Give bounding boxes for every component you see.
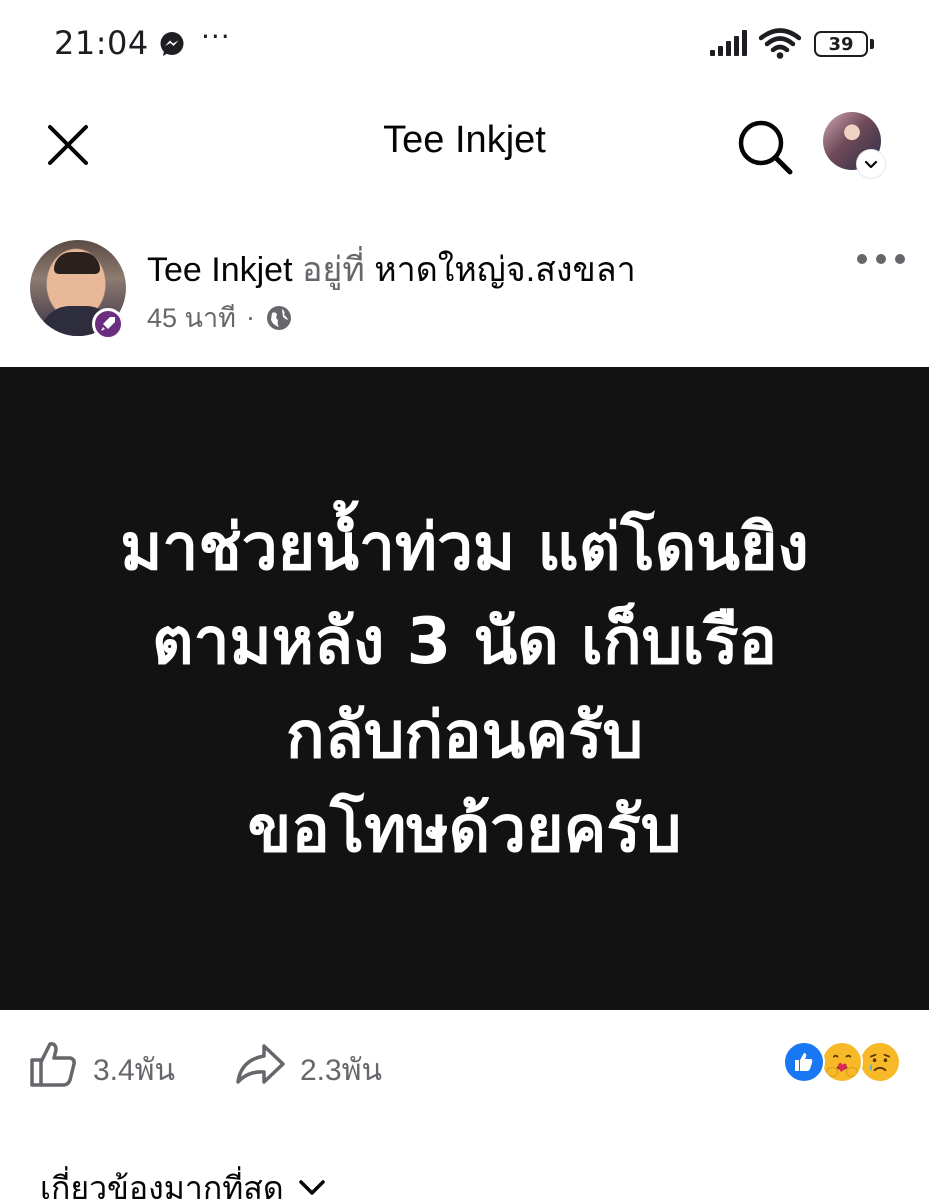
wifi-icon (759, 28, 801, 59)
location-link[interactable]: หาดใหญ่จ.สงขลา (374, 251, 635, 289)
battery-level: 39 (814, 31, 868, 57)
globe-icon (266, 305, 291, 330)
profile-switcher-button[interactable] (857, 150, 885, 178)
share-icon[interactable] (234, 1042, 286, 1086)
share-count[interactable]: 2.3พัน (300, 1047, 382, 1094)
messenger-icon (160, 32, 184, 56)
meta-separator: · (245, 302, 255, 332)
like-reaction-icon (783, 1041, 825, 1083)
more-options-icon[interactable] (855, 252, 907, 266)
page-header: Tee Inkjet (0, 95, 929, 195)
post-text-line-4: ขอโทษด้วยครับ (247, 792, 682, 867)
comment-sort-label: เกี่ยวข้องมากที่สุด (40, 1169, 284, 1200)
post-text-line-2: ตามหลัง 3 นัด เก็บเรือ (152, 604, 777, 679)
like-count[interactable]: 3.4พัน (93, 1047, 175, 1094)
status-time: 21:04 (54, 24, 149, 62)
search-icon[interactable] (735, 117, 795, 177)
status-bar: 21:04 ··· 39 (0, 0, 929, 90)
care-reaction-icon (821, 1041, 863, 1083)
sad-reaction-icon (859, 1041, 901, 1083)
post-image[interactable]: มาช่วยน้ำท่วม แต่โดนยิง ตามหลัง 3 นัด เก… (0, 367, 929, 1010)
battery-indicator: 39 (814, 31, 876, 57)
page-title: Tee Inkjet (383, 119, 546, 161)
post-actions: 3.4พัน 2.3พัน (0, 1030, 929, 1100)
post-header: Tee Inkjet อยู่ที่ หาดใหญ่จ.สงขลา 45 นาท… (0, 230, 929, 350)
like-icon[interactable] (28, 1040, 78, 1088)
rocket-icon (101, 317, 115, 331)
thumbs-up-icon (795, 1053, 813, 1071)
close-icon[interactable] (44, 121, 92, 169)
rocket-badge-icon (92, 308, 124, 340)
chevron-down-icon (298, 1180, 325, 1195)
post-meta: 45 นาที · (147, 296, 293, 339)
facebook-post-page: 21:04 ··· 39 Tee Inkjet Tee Inkjet อยู่ท… (0, 0, 929, 1200)
avatar-hair-shape (54, 252, 100, 274)
at-location-text: อยู่ที่ (301, 251, 365, 289)
post-text-line-3: กลับก่อนครับ (285, 698, 644, 773)
chevron-down-icon (864, 160, 878, 169)
status-more-dots: ··· (201, 20, 231, 53)
reaction-summary[interactable] (783, 1041, 907, 1085)
post-text-line-1: มาช่วยน้ำท่วม แต่โดนยิง (120, 510, 809, 585)
battery-cap (870, 39, 874, 49)
post-time[interactable]: 45 นาที (147, 296, 236, 339)
author-line: Tee Inkjet อยู่ที่ หาดใหญ่จ.สงขลา (147, 242, 636, 296)
author-name[interactable]: Tee Inkjet (147, 251, 293, 289)
comment-sort-dropdown[interactable]: เกี่ยวข้องมากที่สุด (40, 1168, 328, 1200)
signal-icon (710, 30, 747, 56)
